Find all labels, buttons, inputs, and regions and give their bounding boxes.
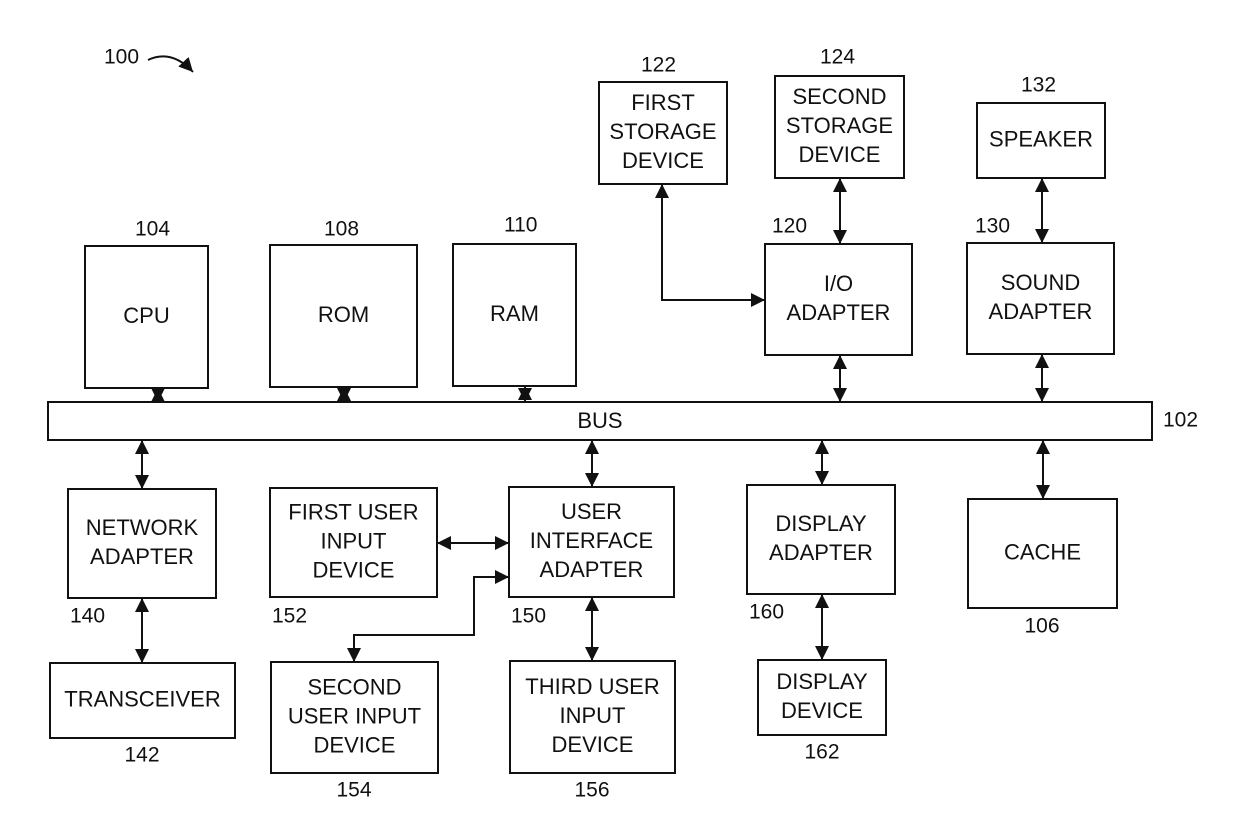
block-display-device: DISPLAY DEVICE 162 — [757, 659, 887, 764]
connector-storage1-io — [655, 184, 765, 307]
block-transceiver-label: TRANSCEIVER — [64, 686, 220, 711]
block-sound-adapter-label: ADAPTER — [989, 299, 1093, 324]
block-transceiver: TRANSCEIVER 142 — [49, 662, 236, 767]
block-sound-adapter-ref: 130 — [975, 215, 1010, 238]
block-cpu-label: CPU — [123, 303, 169, 328]
block-second-uid-label: USER INPUT — [288, 703, 421, 728]
block-display-device-ref: 162 — [804, 741, 839, 764]
block-display-adapter-label: DISPLAY — [775, 511, 867, 536]
block-second-uid-label: DEVICE — [314, 732, 396, 757]
block-first-uid-label: FIRST USER — [288, 499, 418, 524]
block-ui-adapter-ref: 150 — [511, 605, 546, 628]
block-io-adapter-ref: 120 — [772, 215, 807, 238]
block-cache: CACHE 106 — [967, 498, 1118, 638]
block-first-uid-label: DEVICE — [313, 557, 395, 582]
figure-ref: 100 — [104, 46, 139, 69]
block-speaker-ref: 132 — [1021, 74, 1056, 97]
block-first-uid-ref: 152 — [272, 605, 307, 628]
block-cpu: CPU 104 — [84, 218, 209, 389]
block-io-adapter: I/O ADAPTER 120 — [764, 215, 913, 356]
block-diagram: 100 BUS 102 CPU 104 ROM 108 RAM 110 FIRST STORA… — [47, 46, 1198, 802]
block-rom-ref: 108 — [324, 218, 359, 241]
block-third-uid-ref: 156 — [574, 779, 609, 802]
block-third-uid: THIRD USER INPUT DEVICE 156 — [509, 660, 676, 802]
block-second-uid-ref: 154 — [336, 779, 371, 802]
block-third-uid-label: INPUT — [560, 703, 626, 728]
block-first-storage-ref: 122 — [641, 54, 676, 77]
block-sound-adapter: SOUND ADAPTER 130 — [966, 215, 1115, 355]
block-first-storage-label: FIRST — [631, 90, 695, 115]
block-sound-adapter-label: SOUND — [1001, 270, 1080, 295]
bus-label: BUS — [577, 408, 622, 433]
figure-pointer-arrow — [147, 55, 194, 73]
block-network-adapter-label: NETWORK — [86, 515, 199, 540]
block-display-device-label: DISPLAY — [776, 669, 868, 694]
block-second-uid-label: SECOND — [307, 674, 401, 699]
block-ui-adapter-label: USER — [561, 499, 622, 524]
block-io-adapter-label: I/O — [824, 271, 853, 296]
block-second-storage-ref: 124 — [820, 46, 855, 69]
block-speaker: SPEAKER 132 — [976, 74, 1106, 179]
block-first-storage: FIRST STORAGE DEVICE 122 — [598, 54, 728, 185]
bus: BUS — [47, 401, 1153, 441]
block-second-storage: SECOND STORAGE DEVICE 124 — [774, 46, 905, 179]
block-second-storage-label: DEVICE — [799, 142, 881, 167]
block-ram: RAM 110 — [452, 214, 577, 387]
block-network-adapter-ref: 140 — [70, 605, 105, 628]
block-first-storage-label: DEVICE — [622, 148, 704, 173]
block-speaker-label: SPEAKER — [989, 126, 1093, 151]
block-first-uid-label: INPUT — [321, 528, 387, 553]
block-display-adapter-ref: 160 — [749, 601, 784, 624]
block-first-uid: FIRST USER INPUT DEVICE 152 — [269, 487, 438, 628]
block-ram-ref: 110 — [504, 214, 537, 237]
bus-ref: 102 — [1163, 409, 1198, 432]
block-transceiver-ref: 142 — [124, 744, 159, 767]
block-third-uid-label: THIRD USER — [525, 674, 659, 699]
block-display-adapter-label: ADAPTER — [769, 540, 873, 565]
block-ui-adapter-label: INTERFACE — [530, 528, 653, 553]
block-io-adapter-label: ADAPTER — [787, 300, 891, 325]
block-second-uid: SECOND USER INPUT DEVICE 154 — [270, 661, 439, 802]
block-cache-label: CACHE — [1004, 539, 1081, 564]
block-second-storage-label: STORAGE — [786, 113, 893, 138]
block-rom-label: ROM — [318, 302, 369, 327]
block-first-storage-label: STORAGE — [609, 119, 716, 144]
block-ram-label: RAM — [490, 301, 539, 326]
block-ui-adapter-label: ADAPTER — [540, 557, 644, 582]
block-third-uid-label: DEVICE — [552, 732, 634, 757]
block-network-adapter-label: ADAPTER — [90, 544, 194, 569]
block-rom: ROM 108 — [269, 218, 418, 388]
block-display-device-label: DEVICE — [781, 698, 863, 723]
block-cache-ref: 106 — [1024, 615, 1059, 638]
block-second-storage-label: SECOND — [792, 84, 886, 109]
block-cpu-ref: 104 — [135, 218, 170, 241]
